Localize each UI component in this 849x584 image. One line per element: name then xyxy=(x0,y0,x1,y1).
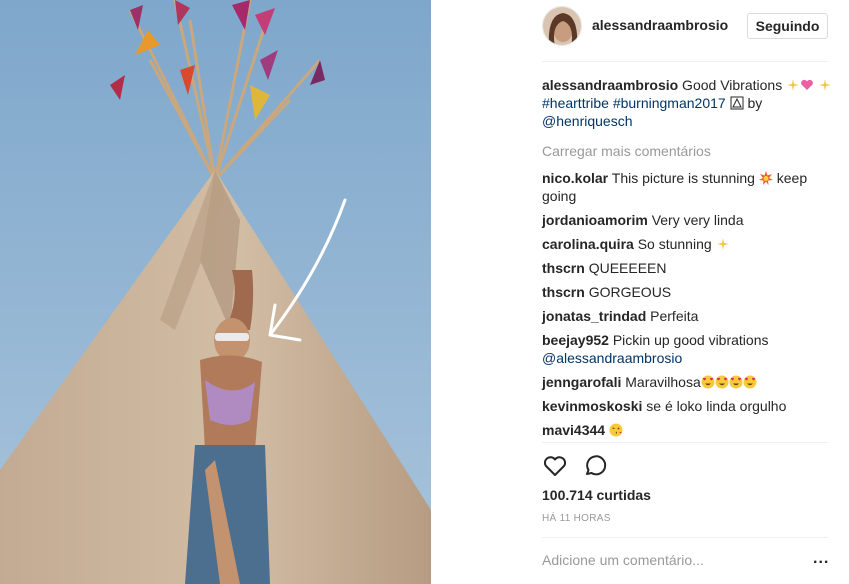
add-comment-input[interactable] xyxy=(542,550,802,570)
post-header: alessandraambrosio Seguindo xyxy=(431,0,849,52)
caption-mention[interactable]: @henriquesch xyxy=(542,113,633,129)
sparkling-heart-emoji xyxy=(800,78,814,92)
comment-username[interactable]: mavi4344 xyxy=(542,422,605,438)
sparkles-emoji xyxy=(818,78,832,92)
post-photo[interactable] xyxy=(0,0,431,584)
comment-mention[interactable]: @alessandraambrosio xyxy=(542,350,682,366)
divider xyxy=(542,442,828,443)
load-more-comments[interactable]: Carregar mais comentários xyxy=(542,142,832,160)
comment-text: QUEEEEEN xyxy=(588,260,667,276)
comment-username[interactable]: jenngarofali xyxy=(542,374,621,390)
caption-by: by xyxy=(743,95,763,111)
caption: alessandraambrosio Good Vibrations #hear… xyxy=(542,76,832,130)
heart-eyes-emoji xyxy=(715,375,729,389)
likes-count[interactable]: 100.714 curtidas xyxy=(542,487,651,503)
comment-item: jonatas_trindad Perfeita xyxy=(542,307,832,325)
comment-list: alessandraambrosio Good Vibrations #hear… xyxy=(542,76,832,445)
comment-text: This picture is stunning xyxy=(611,170,759,186)
comment-item: mavi4344 xyxy=(542,421,832,439)
comment-text: Maravilhosa xyxy=(625,374,701,390)
following-button[interactable]: Seguindo xyxy=(747,13,828,39)
heart-icon[interactable] xyxy=(542,453,568,479)
tent-emoji xyxy=(730,96,744,110)
avatar[interactable] xyxy=(542,6,582,46)
comment-item: thscrn GORGEOUS xyxy=(542,283,832,301)
comment-item: carolina.quira So stunning xyxy=(542,235,832,253)
caption-username[interactable]: alessandraambrosio xyxy=(542,77,678,93)
comment-username[interactable]: jordanioamorim xyxy=(542,212,648,228)
comment-text: GORGEOUS xyxy=(588,284,672,300)
caption-text: Good Vibrations xyxy=(678,77,787,93)
heart-eyes-emoji xyxy=(729,375,743,389)
header-username[interactable]: alessandraambrosio xyxy=(592,17,728,33)
comment-username[interactable]: jonatas_trindad xyxy=(542,308,646,324)
comment-item: kevinmoskoski se é loko linda orgulho xyxy=(542,397,832,415)
comment-username[interactable]: thscrn xyxy=(542,260,585,276)
comment-username[interactable]: thscrn xyxy=(542,284,585,300)
comment-username[interactable]: kevinmoskoski xyxy=(542,398,642,414)
heart-eyes-emoji xyxy=(743,375,757,389)
comment-item: nico.kolar This picture is stunning keep… xyxy=(542,169,832,205)
comment-item: beejay952 Pickin up good vibrations @ale… xyxy=(542,331,832,367)
sparkles-emoji xyxy=(716,237,730,251)
kissing-heart-emoji xyxy=(609,423,623,437)
comment-icon[interactable] xyxy=(582,453,608,479)
comment-text: se é loko linda orgulho xyxy=(646,398,787,414)
sparkles-emoji xyxy=(786,78,800,92)
more-options-button[interactable]: ... xyxy=(813,551,829,567)
collision-emoji xyxy=(758,171,773,185)
divider xyxy=(542,61,828,62)
comment-username[interactable]: carolina.quira xyxy=(542,236,634,252)
divider xyxy=(542,537,828,538)
comment-username[interactable]: beejay952 xyxy=(542,332,609,348)
caption-hashtags[interactable]: #hearttribe #burningman2017 xyxy=(542,95,726,111)
post-panel: alessandraambrosio Seguindo alessandraam… xyxy=(431,0,849,584)
comment-item: jordanioamorim Very very linda xyxy=(542,211,832,229)
comment-username[interactable]: nico.kolar xyxy=(542,170,608,186)
comment-item: thscrn QUEEEEEN xyxy=(542,259,832,277)
post-timestamp: HÁ 11 HORAS xyxy=(542,513,611,524)
comment-text: Perfeita xyxy=(650,308,699,324)
comment-text: Very very linda xyxy=(651,212,744,228)
comment-text: Pickin up good vibrations xyxy=(612,332,769,348)
heart-eyes-emoji xyxy=(701,375,715,389)
comment-item: jenngarofali Maravilhosa xyxy=(542,373,832,391)
comment-text: So stunning xyxy=(637,236,716,252)
